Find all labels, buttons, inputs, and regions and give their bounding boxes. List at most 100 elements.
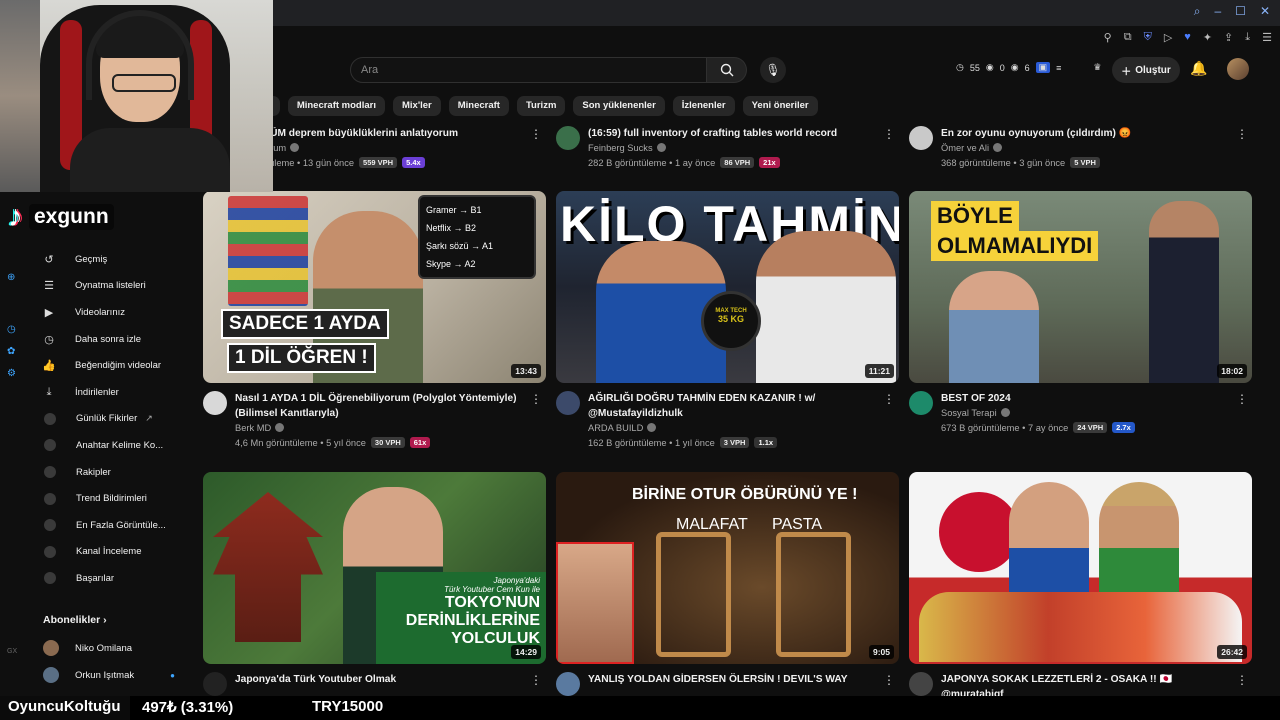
minimize-icon[interactable]: – <box>1214 4 1221 19</box>
channel-avatar[interactable] <box>203 672 227 696</box>
video-thumbnail[interactable]: Gramer → B1 Netflix → B2 Şarkı sözü → A1 Sk… <box>203 191 546 383</box>
sidebar-item[interactable]: ⤓ İndirilenler <box>28 379 178 406</box>
chip[interactable]: Son yüklenenler <box>573 96 665 116</box>
video-title[interactable]: Japonya'da Türk Youtuber Olmak <box>235 672 530 687</box>
video-card[interactable]: (16:59) full inventory of crafting table… <box>556 126 899 186</box>
channel-avatar[interactable] <box>909 391 933 415</box>
video-card[interactable]: En zor oyunu oynuyorum (çıldırdım) 😡 ⋮ Öme… <box>909 126 1252 186</box>
search-button[interactable] <box>707 57 747 83</box>
channel-name[interactable]: Sosyal Terapi <box>941 408 1010 418</box>
streamer-cam-graphic <box>556 542 634 664</box>
channel-avatar[interactable] <box>556 391 580 415</box>
thumbnail-text: OLMAMALIYDI <box>931 231 1099 261</box>
video-card[interactable]: BİRİNE OTUR ÖBÜRÜNÜ YE ! MALAFAT PASTA 9:05… <box>556 472 899 696</box>
sidebar-tool-item[interactable]: Anahtar Kelime Ko... <box>28 432 178 459</box>
extension-icon[interactable]: ✿ <box>7 346 15 357</box>
search-icon[interactable]: ⌕ <box>1194 4 1201 19</box>
channel-name[interactable]: ARDA BUILD <box>588 423 657 433</box>
sidebar-tool-item[interactable]: Günlük Fikirler ↗ <box>28 406 178 433</box>
maximize-icon[interactable]: ☐ <box>1235 4 1246 19</box>
video-thumbnail[interactable]: BÖYLE OLMAMALIYDI 18:02 <box>909 191 1252 383</box>
sidebar-tool-item[interactable]: Trend Bildirimleri <box>28 485 178 512</box>
sidebar-item[interactable]: ☰ Oynatma listeleri <box>28 273 178 300</box>
video-card[interactable]: Gramer → B1 Netflix → B2 Şarkı sözü → A1 Sk… <box>203 191 546 456</box>
channel-name[interactable]: Ömer ve Ali <box>941 143 1003 153</box>
play-icon[interactable]: ▷ <box>1164 31 1172 44</box>
sidebar-item-label: Başarılar <box>76 572 115 584</box>
channel-name[interactable]: Berk MD <box>235 423 285 433</box>
notifications-icon[interactable]: 🔔 <box>1190 60 1207 77</box>
subscription-item[interactable]: Niko Omilana <box>43 640 132 656</box>
video-title[interactable]: (16:59) full inventory of crafting table… <box>588 126 883 141</box>
sidebar-item[interactable]: ◷ Daha sonra izle <box>28 326 178 353</box>
more-vert-icon[interactable]: ⋮ <box>1236 392 1248 406</box>
video-title[interactable]: Nasıl 1 AYDA 1 DİL Öğrenebiliyorum (Poly… <box>235 391 530 421</box>
channel-avatar[interactable] <box>909 126 933 150</box>
voice-search-button[interactable]: 🎙 <box>760 57 786 83</box>
pin-icon[interactable]: ⚲ <box>1104 31 1112 44</box>
create-button[interactable]: ＋ Oluştur <box>1112 57 1180 83</box>
channel-avatar[interactable] <box>556 126 580 150</box>
shield-icon[interactable]: ⛨ <box>1144 31 1152 44</box>
chip[interactable]: Yeni öneriler <box>742 96 818 116</box>
chip[interactable]: Minecraft <box>448 96 509 116</box>
history-icon[interactable]: ⊕ <box>7 272 15 283</box>
more-vert-icon[interactable]: ⋮ <box>1236 127 1248 141</box>
gx-icon[interactable]: GX <box>7 648 17 655</box>
badge-icon[interactable]: ▣ <box>1035 62 1051 73</box>
search-input[interactable]: Ara <box>350 57 707 83</box>
subscriptions-header[interactable]: Abonelikler › <box>43 614 107 626</box>
channel-name[interactable]: Feinberg Sucks <box>588 143 666 153</box>
chip[interactable]: Mix'ler <box>393 96 441 116</box>
duration-badge: 18:02 <box>1217 364 1247 378</box>
puzzle-icon[interactable]: ✦ <box>1203 31 1212 44</box>
trophy-icon[interactable]: ♛ <box>1093 62 1101 73</box>
video-title[interactable]: En zor oyunu oynuyorum (çıldırdım) 😡 <box>941 126 1236 141</box>
gear-icon[interactable]: ⚙ <box>7 368 16 379</box>
subscription-item[interactable]: Orkun Işıtmak ● <box>43 667 175 683</box>
video-thumbnail[interactable]: Japonya'daki Türk Youtuber Cem Kun ile TOK… <box>203 472 546 664</box>
more-vert-icon[interactable]: ⋮ <box>530 127 542 141</box>
sidebar-tool-item[interactable]: En Fazla Görüntüle... <box>28 512 178 539</box>
clock-icon: ◷ <box>44 333 54 346</box>
video-title[interactable]: ...ada TÜM deprem büyüklüklerini anlatıy… <box>235 126 530 141</box>
sidebar-tool-item[interactable]: Rakipler <box>28 459 178 486</box>
share-icon[interactable]: ⇪ <box>1224 31 1233 44</box>
download-icon[interactable]: ⤓ <box>1245 31 1250 44</box>
video-card[interactable]: 26:42 JAPONYA SOKAK LEZZETLERİ 2 - OSAKA … <box>909 472 1252 700</box>
list-icon[interactable]: ≡ <box>1056 63 1061 73</box>
video-thumbnail[interactable]: BİRİNE OTUR ÖBÜRÜNÜ YE ! MALAFAT PASTA 9:05 <box>556 472 899 664</box>
heart-icon[interactable]: ♥ <box>1184 31 1191 44</box>
more-vert-icon[interactable]: ⋮ <box>1236 673 1248 687</box>
sidebar-item[interactable]: 👍 Beğendiğim videolar <box>28 352 178 379</box>
video-card[interactable]: Japonya'daki Türk Youtuber Cem Kun ile TOK… <box>203 472 546 696</box>
video-card[interactable]: KİLO TAHMİN MAX TECH 35 KG 11:21 AĞIRLIĞI DO… <box>556 191 899 456</box>
channel-avatar[interactable] <box>203 391 227 415</box>
chip[interactable]: Minecraft modları <box>287 96 385 116</box>
video-thumbnail[interactable]: 26:42 <box>909 472 1252 664</box>
avatar[interactable] <box>1227 58 1249 80</box>
video-info: 673 B görüntüleme • 7 ay önce 24 VPH 2.7x <box>941 422 1135 433</box>
sidebar-item[interactable]: ↺ Geçmiş <box>28 246 178 273</box>
video-title[interactable]: YANLIŞ YOLDAN GİDERSEN ÖLERSİN ! DEVIL'S… <box>588 672 883 687</box>
chip[interactable]: İzlenenler <box>672 96 735 116</box>
video-thumbnail[interactable]: KİLO TAHMİN MAX TECH 35 KG 11:21 <box>556 191 899 383</box>
more-vert-icon[interactable]: ⋮ <box>883 392 895 406</box>
sidebar-tool-item[interactable]: Kanal İnceleme <box>28 539 178 566</box>
channel-avatar[interactable] <box>909 672 933 696</box>
clock-icon[interactable]: ◷ <box>7 324 16 335</box>
more-vert-icon[interactable]: ⋮ <box>530 673 542 687</box>
menu-icon[interactable]: ☰ <box>1262 31 1272 44</box>
more-vert-icon[interactable]: ⋮ <box>883 673 895 687</box>
channel-avatar[interactable] <box>556 672 580 696</box>
sidebar-tool-item[interactable]: Başarılar <box>28 565 178 592</box>
video-title[interactable]: BEST OF 2024 <box>941 391 1236 406</box>
close-icon[interactable]: ✕ <box>1260 4 1270 19</box>
video-title[interactable]: AĞIRLIĞI DOĞRU TAHMİN EDEN KAZANIR ! w/ … <box>588 391 883 421</box>
chip[interactable]: Turizm <box>516 96 566 116</box>
crop-icon[interactable]: ⧉ <box>1124 31 1132 44</box>
more-vert-icon[interactable]: ⋮ <box>530 392 542 406</box>
video-card[interactable]: BÖYLE OLMAMALIYDI 18:02 BEST OF 2024 ⋮ Sosyal… <box>909 191 1252 456</box>
more-vert-icon[interactable]: ⋮ <box>883 127 895 141</box>
sidebar-item[interactable]: ▶ Videolarınız <box>28 299 178 326</box>
